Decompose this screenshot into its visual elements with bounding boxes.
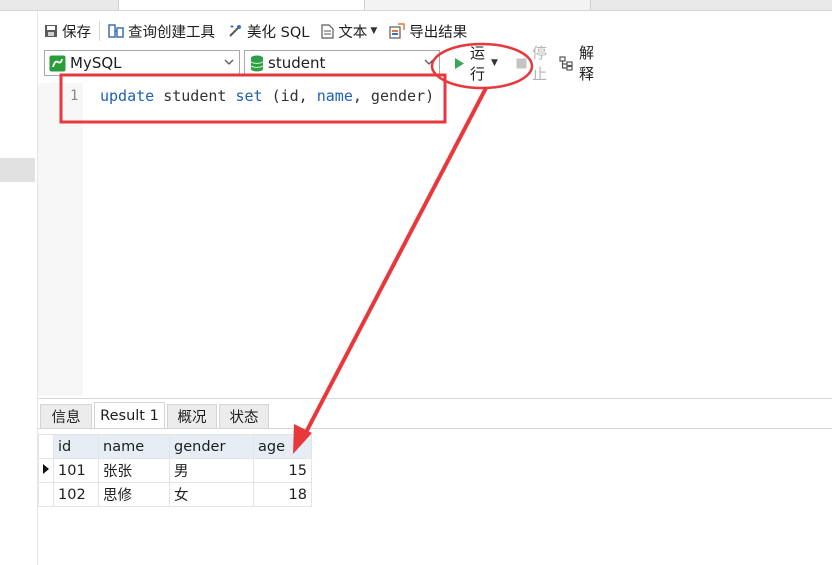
editor-toolbar: 保存 查询创建工具 美化 SQL 文本 ▼ 导出结果 [38,14,473,48]
cell-id[interactable]: 101 [53,458,99,483]
sql-editor-window: 保存 查询创建工具 美化 SQL 文本 ▼ 导出结果 MySQL student… [0,0,832,565]
active-document-tab[interactable] [118,0,365,10]
stop-icon [516,58,527,69]
run-controls: 运行 ▼ 停止 解释 [450,44,598,83]
document-tab-strip [0,0,832,11]
database-select[interactable]: student [244,50,440,76]
chevron-down-icon[interactable] [223,56,235,68]
table-row[interactable]: 101 张张 男 15 [38,458,312,483]
result-tabs: 信息 Result 1 概况 状态 [38,402,832,429]
beautify-sql-button[interactable]: 美化 SQL [221,17,315,45]
chevron-down-icon[interactable]: ▼ [491,58,498,68]
export-icon [389,23,405,39]
result-panel: 信息 Result 1 概况 状态 id name gender age 101 [38,398,832,565]
text-button[interactable]: 文本 ▼ [315,17,383,45]
cell-age[interactable]: 18 [253,482,312,507]
cell-age[interactable]: 15 [253,458,312,483]
chevron-down-icon[interactable]: ▼ [370,26,377,36]
result-grid: id name gender age 101 张张 男 15 102 思修 女 … [38,434,312,507]
save-icon [44,24,58,38]
row-indicator [38,482,54,507]
line-number-gutter: 1 [38,83,83,396]
grid-header-row: id name gender age [38,434,312,459]
tab-result-1[interactable]: Result 1 [94,402,165,428]
explain-icon [559,55,575,71]
tab-overview[interactable]: 概况 [167,404,217,428]
mysql-icon [49,55,66,72]
column-header-name[interactable]: name [98,434,170,459]
cell-id[interactable]: 102 [53,482,99,507]
magic-wand-icon [227,23,243,39]
query-builder-icon [108,24,124,38]
sql-code-line[interactable]: update student set (id, name, gender) [100,87,434,105]
connection-select[interactable]: MySQL [44,50,240,76]
side-panel-handle[interactable] [0,158,35,182]
cell-gender[interactable]: 男 [169,458,254,483]
sql-editor[interactable]: 1 update student set (id, name, gender) [38,83,832,396]
play-icon [454,57,465,70]
column-header-gender[interactable]: gender [169,434,254,459]
table-row[interactable]: 102 思修 女 18 [38,482,312,507]
left-side-panel [0,11,38,565]
explain-button[interactable]: 解释 [555,42,598,84]
cell-gender[interactable]: 女 [169,482,254,507]
save-button[interactable]: 保存 [38,17,97,45]
chevron-down-icon[interactable] [423,56,435,68]
sql-keyword: set [235,87,263,105]
sql-keyword: update [100,87,155,105]
toolbar-separator [99,21,100,41]
line-number: 1 [70,88,79,104]
query-builder-button[interactable]: 查询创建工具 [102,17,221,45]
current-row-icon [38,458,54,483]
column-header-id[interactable]: id [53,434,99,459]
database-icon [250,55,264,72]
sql-keyword: name [316,87,353,105]
cell-name[interactable]: 思修 [98,482,170,507]
sql-text: student [154,87,236,105]
column-header-age[interactable]: age [253,434,312,459]
tab-status[interactable]: 状态 [219,404,269,428]
run-button[interactable]: 运行 ▼ [450,42,502,84]
export-results-button[interactable]: 导出结果 [383,17,473,45]
row-indicator [38,434,54,459]
tab-info[interactable]: 信息 [40,404,92,428]
sql-text: , gender) [352,87,435,105]
other-document-tab[interactable] [365,0,591,10]
stop-button[interactable]: 停止 [512,42,551,84]
cell-name[interactable]: 张张 [98,458,170,483]
sql-text: (id, [262,87,317,105]
document-icon [321,23,334,39]
